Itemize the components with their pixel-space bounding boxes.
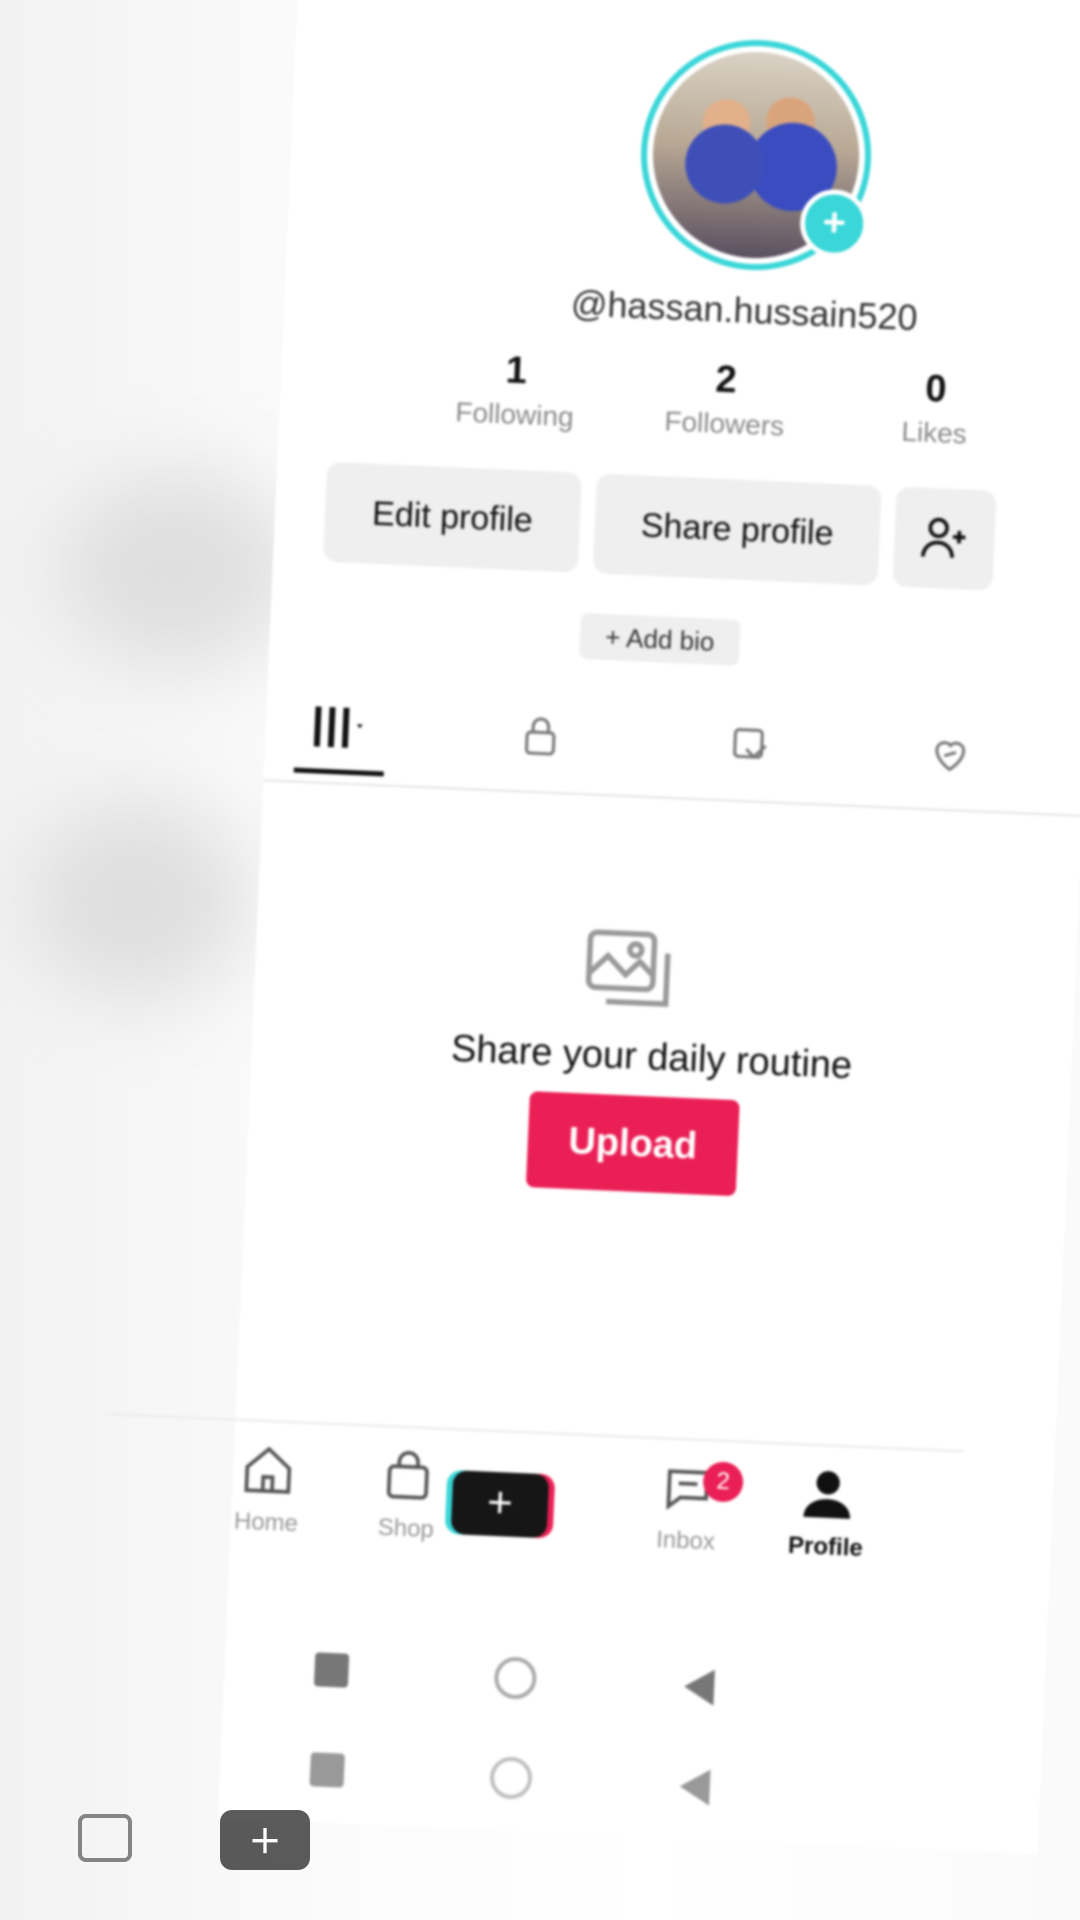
background-blur xyxy=(60,470,300,670)
followers-label: Followers xyxy=(663,405,785,442)
add-friend-button[interactable] xyxy=(892,486,997,591)
nav-inbox-label: Inbox xyxy=(655,1526,716,1556)
bottom-nav: Home Shop + 2 Inbox Profile xyxy=(96,1412,965,1653)
home-icon xyxy=(244,1446,292,1494)
edit-profile-button[interactable]: Edit profile xyxy=(322,461,583,573)
tab-videos[interactable] xyxy=(294,691,387,765)
shopping-bag-icon xyxy=(386,1451,429,1500)
username: @hassan.hussain520 xyxy=(570,282,919,339)
likes-count: 0 xyxy=(924,367,948,411)
share-profile-button[interactable]: Share profile xyxy=(592,473,882,586)
back-icon[interactable] xyxy=(683,1668,715,1706)
upload-button[interactable]: Upload xyxy=(525,1091,740,1197)
create-button[interactable]: + xyxy=(450,1470,550,1539)
photo-stack-icon xyxy=(573,913,688,1033)
home-circle-icon[interactable] xyxy=(493,1656,538,1700)
system-nav-bar xyxy=(222,1638,1045,1754)
grid-icon xyxy=(313,706,363,748)
stage: + @hassan.hussain520 1 Following 2 Follo… xyxy=(0,0,1080,1920)
content-tabs xyxy=(263,679,1080,817)
following-count: 1 xyxy=(504,349,528,393)
following-label: Following xyxy=(454,396,575,433)
tab-reposts[interactable] xyxy=(704,708,797,782)
repost-icon xyxy=(733,728,767,760)
heart-hidden-icon xyxy=(935,741,966,772)
lock-icon xyxy=(524,717,556,756)
nav-profile[interactable]: Profile xyxy=(760,1464,894,1565)
profile-screen: + @hassan.hussain520 1 Following 2 Follo… xyxy=(96,0,1080,1854)
stat-followers[interactable]: 2 Followers xyxy=(639,355,812,443)
nav-inbox[interactable]: 2 Inbox xyxy=(620,1458,754,1559)
stat-following[interactable]: 1 Following xyxy=(429,346,602,434)
inbox-badge: 2 xyxy=(702,1461,744,1503)
recents-icon[interactable] xyxy=(313,1652,350,1688)
tab-private[interactable] xyxy=(494,699,587,773)
background-blur xyxy=(30,800,250,1000)
reflected-bottom-nav: + xyxy=(0,1740,720,1920)
reflected-nav-icons: + xyxy=(78,1810,310,1870)
nav-home[interactable]: Home xyxy=(200,1439,334,1540)
likes-label: Likes xyxy=(900,415,968,450)
nav-home-label: Home xyxy=(233,1507,299,1538)
empty-state-title: Share your daily routine xyxy=(450,1027,853,1088)
nav-profile-label: Profile xyxy=(787,1531,864,1563)
svg-text:+: + xyxy=(248,1818,282,1864)
followers-count: 2 xyxy=(714,358,738,402)
add-bio-button[interactable]: + Add bio xyxy=(578,612,741,666)
avatar[interactable]: + xyxy=(636,35,876,276)
tab-liked[interactable] xyxy=(904,717,997,791)
profile-icon xyxy=(803,1471,850,1519)
add-friend-icon xyxy=(920,517,966,558)
stat-likes[interactable]: 0 Likes xyxy=(848,364,1021,452)
add-story-button[interactable]: + xyxy=(798,188,870,260)
